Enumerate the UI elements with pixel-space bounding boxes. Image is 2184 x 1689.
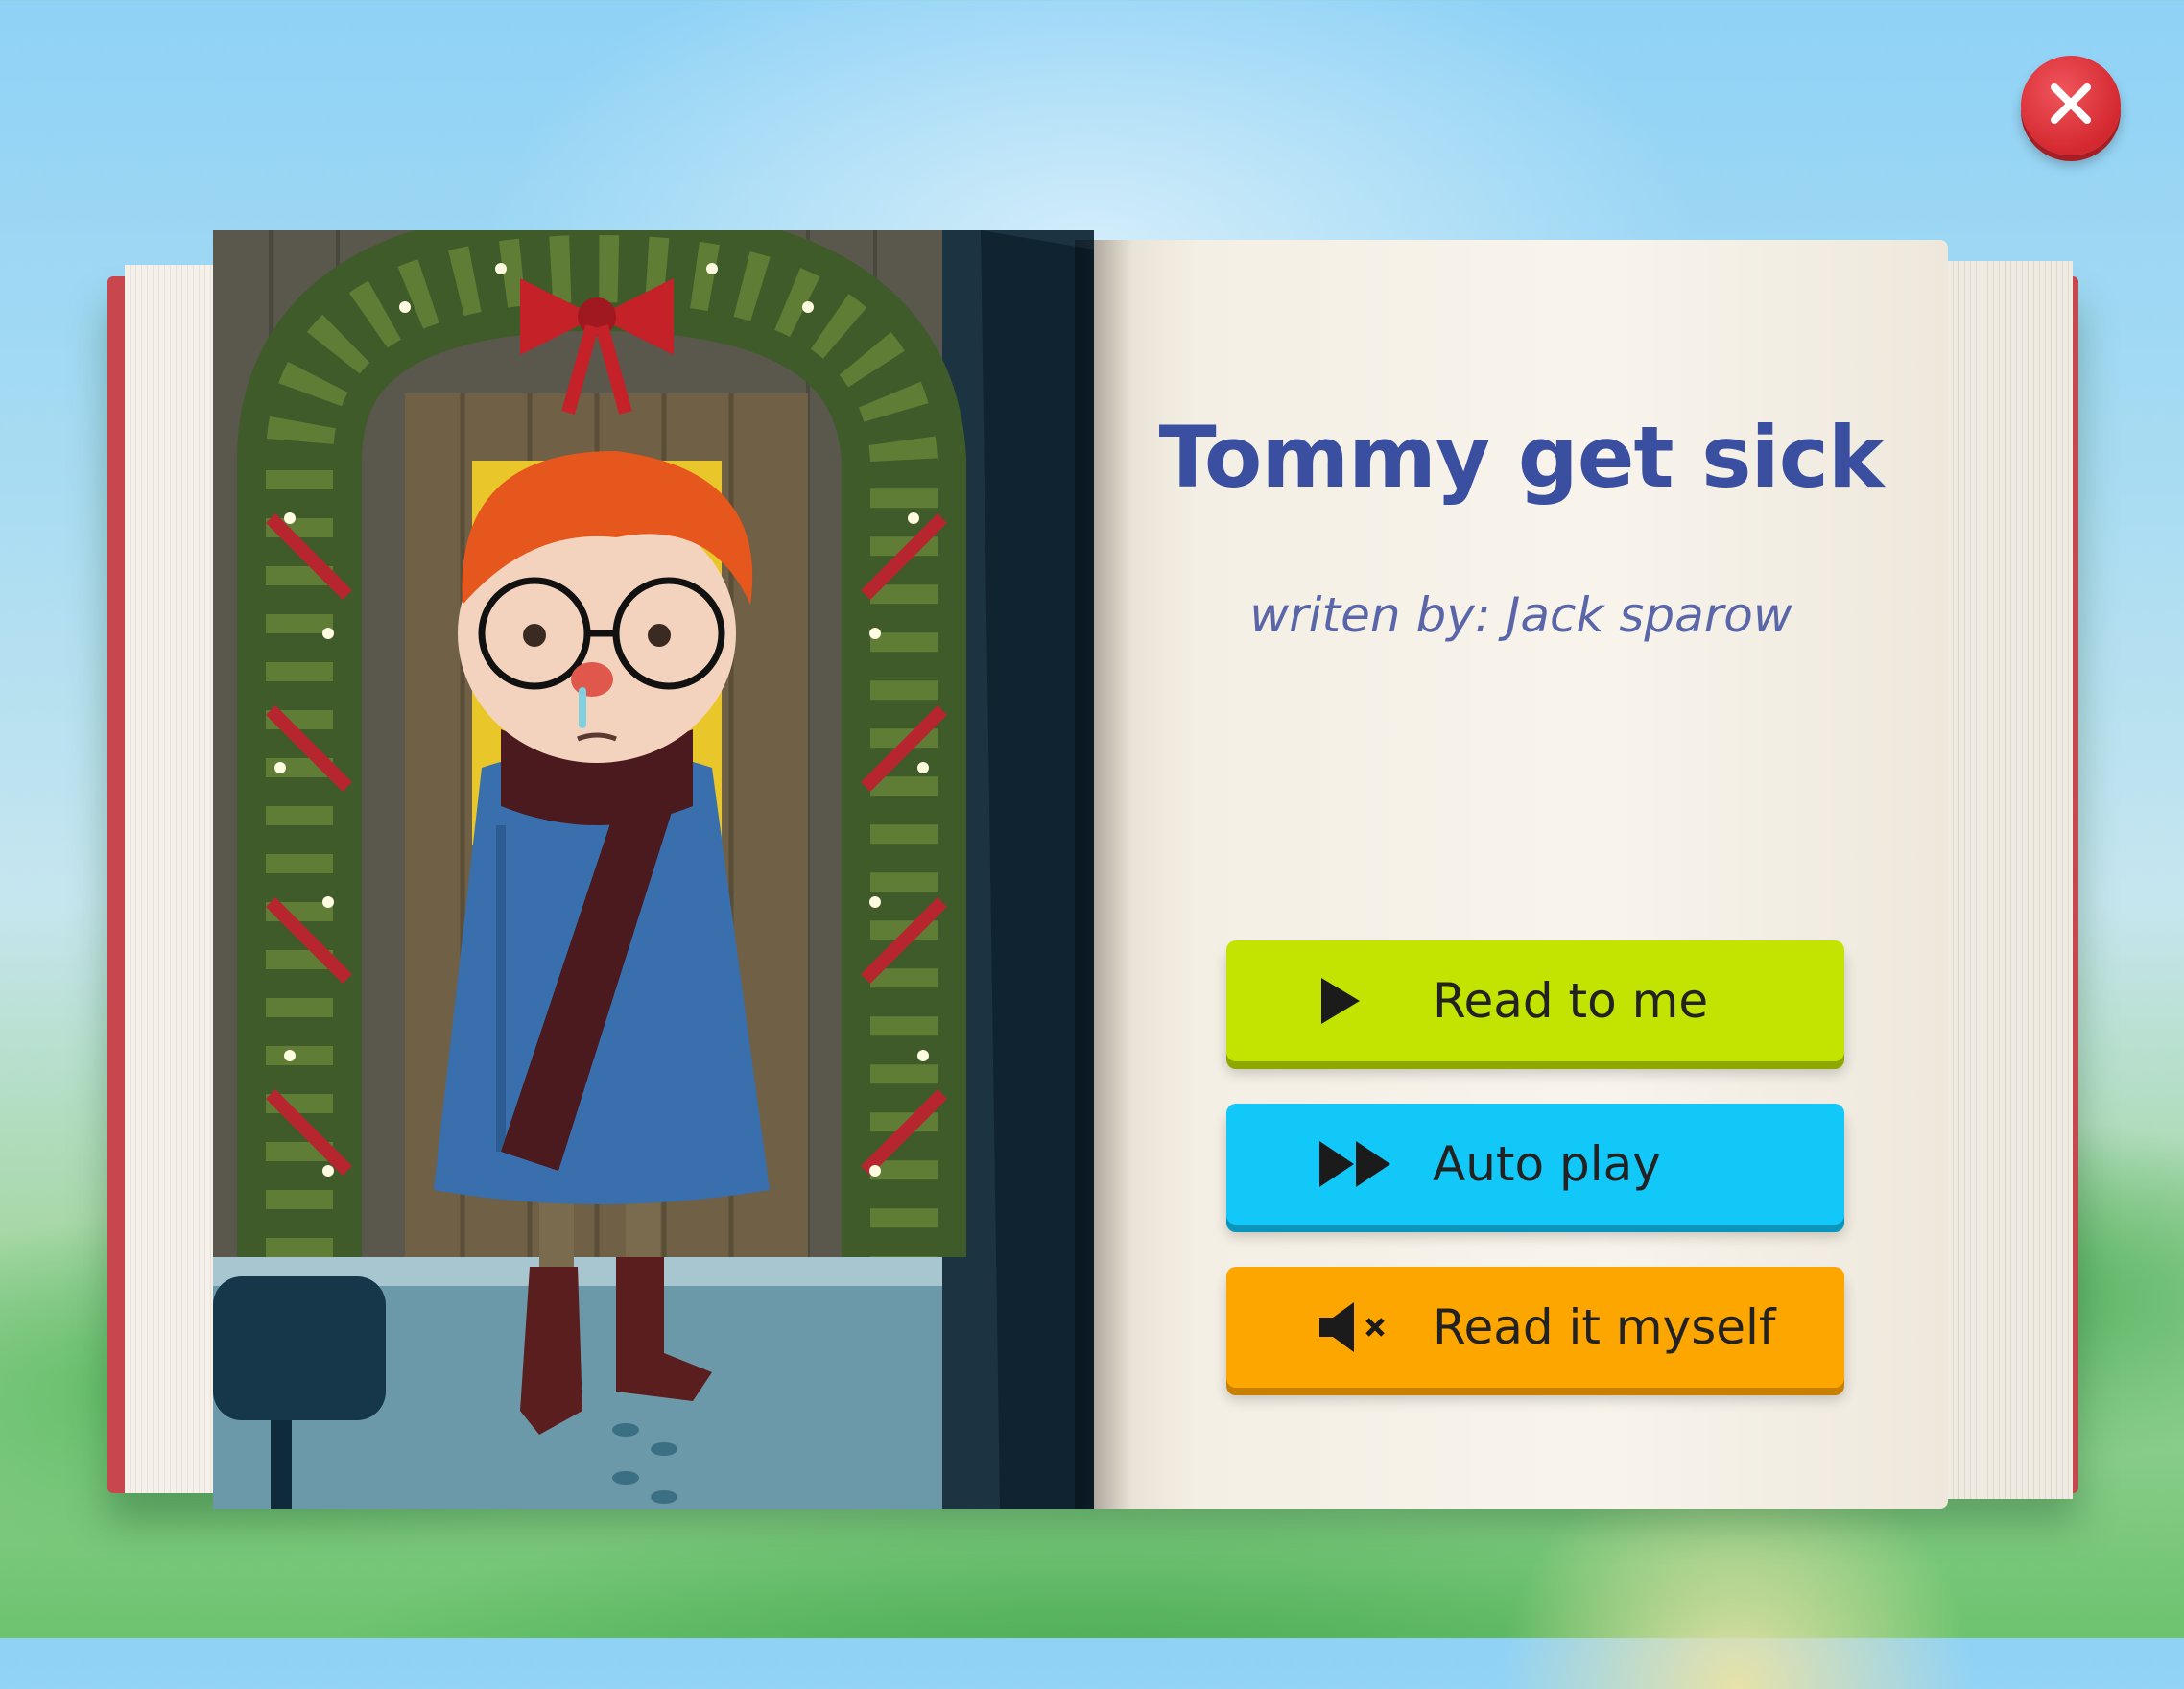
auto-play-label: Auto play — [1433, 1136, 1661, 1192]
right-page-edges — [1948, 261, 2073, 1499]
read-to-me-button[interactable]: Read to me — [1226, 940, 1844, 1061]
read-it-myself-button[interactable]: Read it myself — [1226, 1267, 1844, 1388]
read-it-myself-label: Read it myself — [1433, 1299, 1776, 1355]
auto-play-button[interactable]: Auto play — [1226, 1104, 1844, 1225]
read-to-me-label: Read to me — [1433, 973, 1709, 1029]
book-title: Tommy get sick — [1158, 408, 1885, 507]
fast-forward-icon — [1318, 1135, 1394, 1193]
close-icon — [2047, 80, 2095, 131]
boy-at-door-illustration — [213, 230, 1094, 1509]
book-author: writen by: Jack sparow — [1249, 587, 1792, 643]
cover-illustration — [213, 230, 1094, 1509]
mute-icon — [1318, 1298, 1394, 1356]
close-button[interactable] — [2021, 56, 2121, 155]
play-icon — [1318, 972, 1394, 1030]
